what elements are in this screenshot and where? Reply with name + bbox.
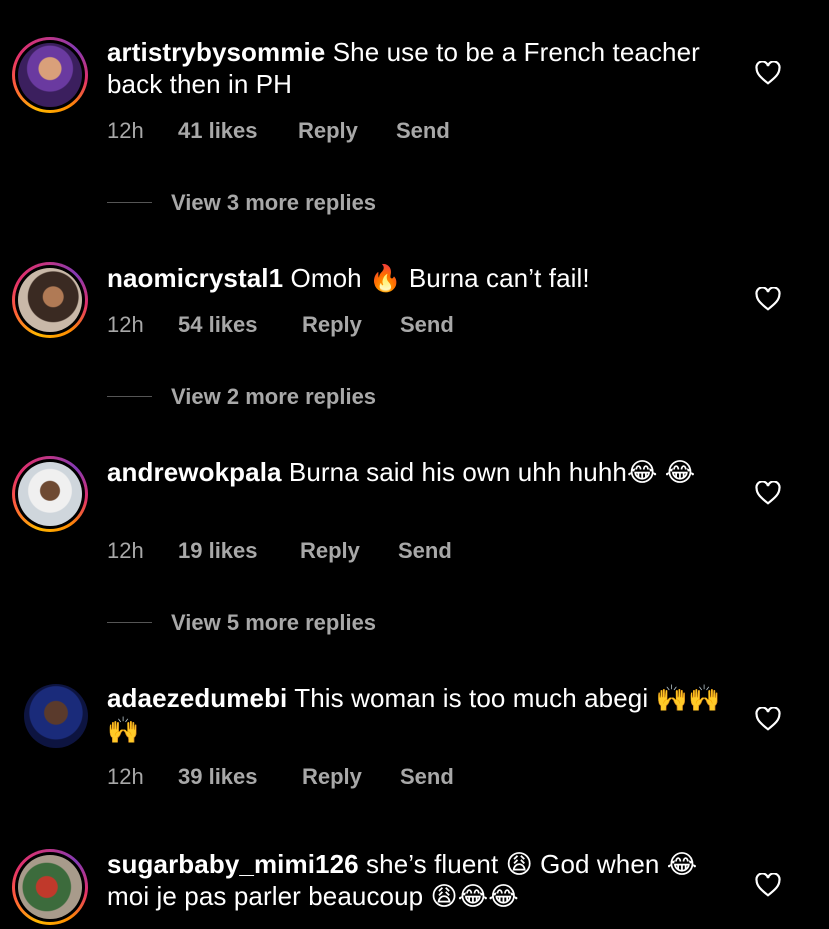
comment-text-block: artistrybysommie She use to be a French … — [107, 36, 727, 100]
view-replies-label: View 3 more replies — [171, 190, 377, 215]
heart-icon[interactable] — [755, 707, 781, 731]
avatar[interactable] — [24, 684, 88, 748]
reply-button[interactable]: Reply — [302, 764, 362, 790]
likes-count[interactable]: 19 likes — [178, 538, 258, 564]
comment-text-block: andrewokpala Burna said his own uhh huhh… — [107, 456, 727, 488]
replies-divider — [107, 396, 152, 397]
likes-count[interactable]: 41 likes — [178, 118, 258, 144]
avatar[interactable] — [12, 849, 88, 925]
comment-username[interactable]: adaezedumebi — [107, 683, 287, 713]
reply-button[interactable]: Reply — [302, 312, 362, 338]
comment-timestamp: 12h — [107, 118, 144, 143]
reply-button[interactable]: Reply — [300, 538, 360, 564]
send-button[interactable]: Send — [400, 312, 454, 338]
comment-username[interactable]: sugarbaby_mimi126 — [107, 849, 359, 879]
reply-button[interactable]: Reply — [298, 118, 358, 144]
comment-text-block: naomicrystal1 Omoh 🔥 Burna can’t fail! — [107, 262, 727, 294]
heart-icon[interactable] — [755, 873, 781, 897]
heart-icon[interactable] — [755, 481, 781, 505]
likes-count[interactable]: 39 likes — [178, 764, 258, 790]
comment-timestamp: 12h — [107, 312, 144, 337]
replies-divider — [107, 622, 152, 623]
view-replies-label: View 2 more replies — [171, 384, 377, 409]
comment-body: Omoh 🔥 Burna can’t fail! — [290, 263, 590, 293]
send-button[interactable]: Send — [400, 764, 454, 790]
comment-username[interactable]: artistrybysommie — [107, 37, 325, 67]
replies-divider — [107, 202, 152, 203]
comment-text-block: sugarbaby_mimi126 she’s fluent 😩 God whe… — [107, 848, 727, 912]
view-replies-button[interactable]: View 3 more replies — [107, 190, 507, 215]
comment-username[interactable]: naomicrystal1 — [107, 263, 283, 293]
comment-text-block: adaezedumebi This woman is too much abeg… — [107, 682, 727, 746]
avatar[interactable] — [12, 37, 88, 113]
comment-username[interactable]: andrewokpala — [107, 457, 282, 487]
likes-count[interactable]: 54 likes — [178, 312, 258, 338]
send-button[interactable]: Send — [396, 118, 450, 144]
comment-timestamp: 12h — [107, 538, 144, 563]
view-replies-button[interactable]: View 2 more replies — [107, 384, 507, 409]
comment-body: Burna said his own uhh huhh😂 😂 — [288, 457, 696, 487]
avatar[interactable] — [12, 456, 88, 532]
send-button[interactable]: Send — [398, 538, 452, 564]
view-replies-label: View 5 more replies — [171, 610, 377, 635]
heart-icon[interactable] — [755, 61, 781, 85]
view-replies-button[interactable]: View 5 more replies — [107, 610, 507, 635]
avatar[interactable] — [12, 262, 88, 338]
heart-icon[interactable] — [755, 287, 781, 311]
comment-timestamp: 12h — [107, 764, 144, 789]
